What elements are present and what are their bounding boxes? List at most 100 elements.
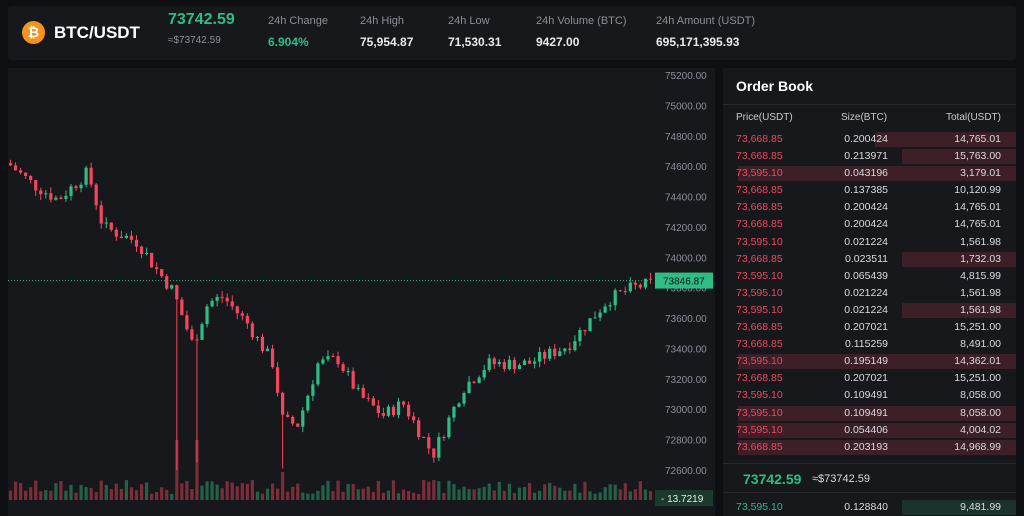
ask-size: 0.200424	[844, 133, 888, 145]
ask-size: 0.200424	[844, 218, 888, 231]
volume-bar	[220, 488, 224, 500]
volume-bar	[543, 484, 547, 500]
candle-body	[608, 305, 612, 307]
ask-row[interactable]: 73,668.85 0.137385 10,120.99	[723, 182, 1016, 199]
candle-body	[185, 315, 189, 330]
candle-body	[517, 365, 522, 370]
candle-body	[366, 397, 370, 399]
volume-bar	[13, 481, 18, 500]
volume-bar	[165, 489, 169, 500]
ask-price: 73,595.10	[736, 406, 783, 419]
candle-body	[24, 172, 28, 176]
ask-row[interactable]: 73,595.10 0.195149 14,362.01	[723, 353, 1016, 370]
stat-value: 75,954.87	[360, 35, 414, 49]
volume-bar	[628, 491, 632, 500]
volume-bar	[255, 491, 260, 500]
ask-total: 15,251.00	[954, 321, 1001, 334]
ask-row[interactable]: 73,595.10 0.021224 1,561.98	[723, 234, 1016, 251]
candle-body	[507, 359, 511, 370]
volume-bar	[538, 490, 542, 500]
stat-label: 24h Change	[268, 15, 328, 27]
ask-row[interactable]: 73,595.10 0.054406 4,004.02	[723, 422, 1016, 439]
ask-row[interactable]: 73,595.10 0.021224 1,561.98	[723, 302, 1016, 319]
ask-size: 0.137385	[844, 184, 888, 197]
ask-row[interactable]: 73,595.10 0.109491 8,058.00	[723, 405, 1016, 422]
candle-body	[69, 186, 73, 196]
volume-bar	[447, 480, 451, 500]
chart-canvas[interactable]: 75200.00 75000.00 74800.00 74600.00 74400.00…	[8, 68, 715, 516]
volume-bar	[613, 484, 617, 500]
bid-row[interactable]: 73,595.10 0.128840 9,481.99	[723, 499, 1016, 516]
ask-row[interactable]: 73,595.10 0.043196 3,179.01	[723, 165, 1016, 182]
ask-row[interactable]: 73,668.85 0.203193 14,968.99	[723, 439, 1016, 456]
volume-bar	[321, 485, 325, 500]
volume-bar	[306, 493, 310, 500]
candle-body	[286, 414, 290, 417]
candle-body	[311, 384, 315, 396]
candle-body	[296, 423, 300, 427]
candle-body	[598, 312, 602, 318]
ask-row[interactable]: 73,595.10 0.109491 8,058.00	[723, 387, 1016, 404]
ask-row[interactable]: 73,668.85 0.207021 15,251.00	[723, 319, 1016, 336]
mid-price-usd: ≈$73742.59	[812, 473, 871, 485]
candle-body	[422, 436, 426, 438]
price-axis-label: 73200.00	[665, 375, 707, 386]
candle-body	[114, 229, 118, 237]
ask-row[interactable]: 73,668.85 0.200424 14,765.01	[723, 216, 1016, 233]
candle-body	[205, 306, 209, 325]
ask-row[interactable]: 73,668.85 0.023511 1,732.03	[723, 251, 1016, 268]
volume-bar	[648, 491, 653, 500]
volume-bar	[598, 492, 602, 500]
ask-row[interactable]: 73,595.10 0.021224 1,561.98	[723, 285, 1016, 302]
volume-bar	[442, 493, 446, 500]
volume-bar	[512, 493, 517, 500]
volume-bar	[502, 490, 506, 500]
volume-bar	[467, 489, 471, 500]
ask-total: 1,561.98	[960, 286, 1001, 299]
trading-pair[interactable]: BTC/USDT	[54, 23, 140, 43]
candle-body	[452, 406, 456, 418]
volume-bar	[482, 486, 486, 500]
volume-bar	[361, 488, 365, 500]
volume-bar	[160, 487, 164, 500]
ask-total: 3,179.01	[960, 167, 1001, 180]
volume-bar	[417, 493, 421, 500]
volume-bar	[155, 491, 159, 500]
candle-body	[260, 336, 265, 352]
volume-bar	[568, 490, 572, 500]
volume-bar	[517, 487, 522, 500]
candle-body	[613, 290, 617, 306]
candle-body	[326, 356, 330, 360]
ask-row[interactable]: 73,668.85 0.200424 14,765.01	[723, 199, 1016, 216]
order-book-title: Order Book	[736, 78, 814, 94]
ask-row[interactable]: 73,668.85 0.200424 14,765.01	[723, 131, 1016, 148]
stat-24h-low: 24h Low 71,530.31	[448, 15, 501, 49]
volume-bar	[79, 484, 83, 500]
ask-row[interactable]: 73,668.85 0.207021 15,251.00	[723, 370, 1016, 387]
ask-size: 0.043196	[844, 167, 888, 180]
candle-body	[643, 278, 648, 288]
candlestick-chart[interactable]: 75200.00 75000.00 74800.00 74600.00 74400.00…	[8, 68, 715, 516]
volume-bar	[462, 486, 466, 500]
candle-body	[553, 348, 557, 356]
volume-bar	[109, 488, 113, 500]
volume-bar	[638, 481, 643, 500]
ask-row[interactable]: 73,668.85 0.115259 8,491.00	[723, 336, 1016, 353]
candle-body	[361, 387, 365, 398]
volume-bar	[240, 483, 244, 500]
candle-body	[543, 351, 547, 359]
volume-bar	[215, 484, 219, 500]
ask-row[interactable]: 73,668.85 0.213971 15,763.00	[723, 148, 1016, 165]
order-book: Order Book Price(USDT) Size(BTC) Total(U…	[723, 68, 1016, 516]
price-axis-label: 74000.00	[665, 253, 707, 264]
candle-body	[316, 363, 320, 385]
volume-bar	[69, 484, 73, 500]
ask-total: 4,815.99	[960, 269, 1001, 282]
price-axis-label: 74200.00	[665, 223, 707, 234]
volume-bar	[608, 484, 612, 500]
candle-body	[34, 180, 38, 191]
candle-body	[139, 246, 144, 254]
candle-body	[376, 405, 380, 414]
ask-row[interactable]: 73,595.10 0.065439 4,815.99	[723, 268, 1016, 285]
volume-bar	[432, 480, 436, 500]
